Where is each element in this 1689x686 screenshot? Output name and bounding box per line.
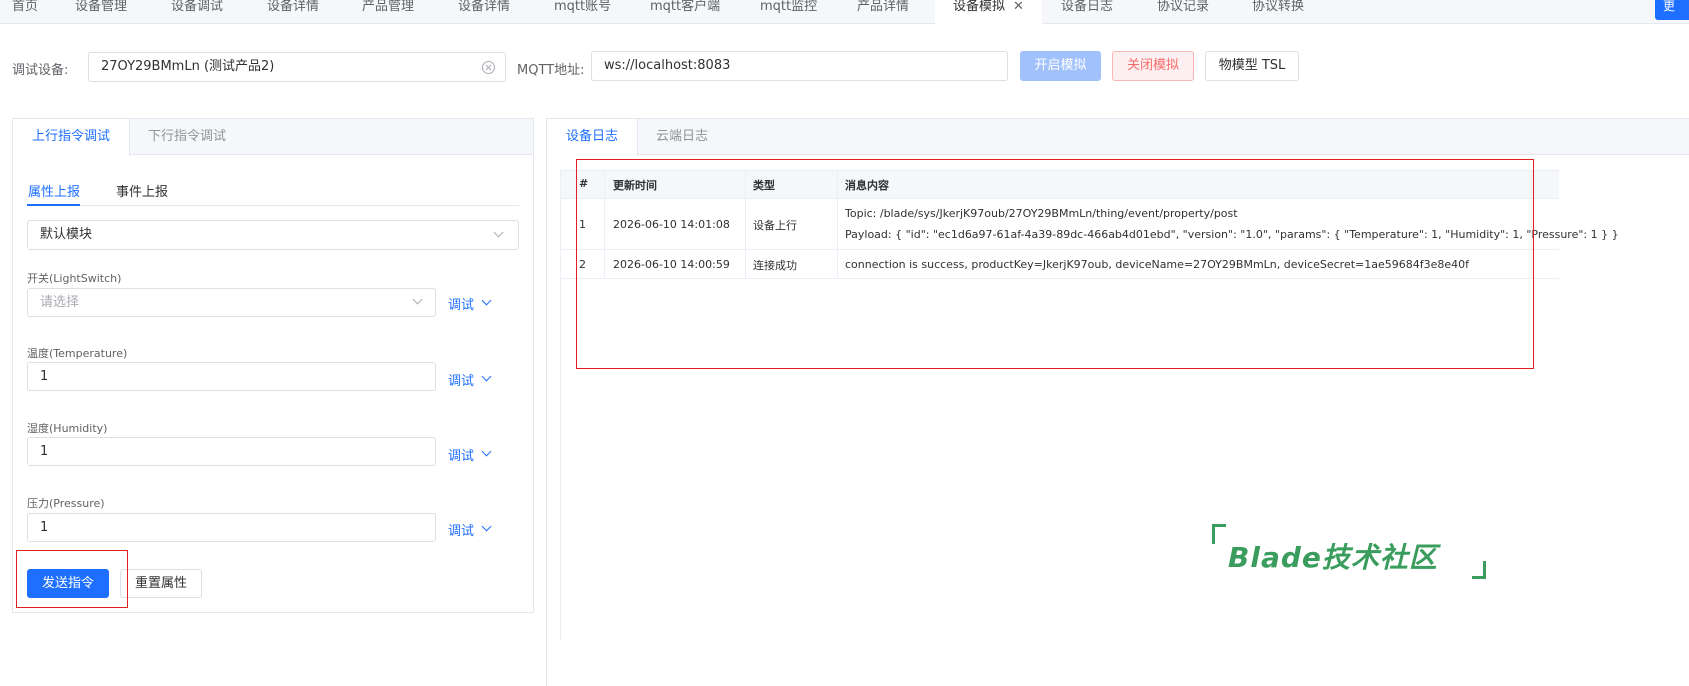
- mqtt-address-input[interactable]: ws://localhost:8083: [591, 51, 1008, 81]
- tab-protocol-record[interactable]: 协议记录: [1157, 0, 1209, 24]
- module-select[interactable]: 默认模块: [27, 220, 519, 250]
- humidity-value: 1: [40, 444, 49, 459]
- tab-device-simulation-label: 设备模拟: [953, 0, 1006, 14]
- chevron-down-icon: [481, 371, 492, 382]
- tab-mqtt-account[interactable]: mqtt账号: [554, 0, 611, 24]
- chevron-down-icon: [481, 446, 492, 457]
- start-simulation-button[interactable]: 开启模拟: [1020, 51, 1101, 81]
- subtab-active-indicator: [27, 204, 80, 206]
- tab-product-detail[interactable]: 产品详情: [857, 0, 909, 24]
- device-label: 调试设备:: [12, 63, 69, 78]
- debug-dropdown-lightswitch[interactable]: 调试: [448, 294, 492, 313]
- pressure-input[interactable]: 1: [27, 513, 436, 542]
- tsl-model-button[interactable]: 物模型 TSL: [1205, 51, 1299, 81]
- field-label-temperature: 温度(Temperature): [27, 347, 128, 360]
- chevron-down-icon: [493, 227, 504, 238]
- stop-simulation-button[interactable]: 关闭模拟: [1112, 51, 1194, 81]
- debug-label: 调试: [448, 374, 475, 389]
- tab-device-log-view[interactable]: 设备日志: [547, 119, 639, 156]
- watermark: Blade技术社区: [1228, 541, 1438, 574]
- chevron-down-icon: [412, 294, 423, 305]
- highlight-box-send: [16, 550, 128, 608]
- table-left-border: [560, 170, 561, 640]
- uplink-debug-panel: 上行指令调试 下行指令调试 属性上报 事件上报 默认模块 开关(LightSwi…: [12, 118, 534, 613]
- watermark-bracket-right: [1472, 561, 1486, 579]
- chevron-down-icon: [481, 521, 492, 532]
- module-select-value: 默认模块: [40, 227, 93, 242]
- tab-home[interactable]: 首页: [12, 0, 38, 24]
- mqtt-address-label: MQTT地址:: [517, 63, 585, 78]
- tab-device-log[interactable]: 设备日志: [1061, 0, 1113, 24]
- reset-properties-button[interactable]: 重置属性: [120, 569, 202, 598]
- subtab-divider: [27, 205, 519, 206]
- tab-device-detail[interactable]: 设备详情: [267, 0, 319, 24]
- tab-product-management[interactable]: 产品管理: [362, 0, 414, 24]
- tab-device-management[interactable]: 设备管理: [75, 0, 127, 24]
- subtab-event-report[interactable]: 事件上报: [116, 181, 168, 200]
- tab-device-simulation[interactable]: 设备模拟 ✕: [935, 0, 1042, 24]
- highlight-box-log: [576, 159, 1534, 369]
- clear-icon[interactable]: [482, 61, 495, 74]
- tab-protocol-convert[interactable]: 协议转换: [1252, 0, 1304, 24]
- mqtt-address-value: ws://localhost:8083: [604, 58, 731, 73]
- device-select[interactable]: 27OY29BMmLn (测试产品2): [88, 52, 506, 82]
- debug-dropdown-humidity[interactable]: 调试: [448, 445, 492, 464]
- field-label-pressure: 压力(Pressure): [27, 497, 105, 510]
- field-label-lightswitch: 开关(LightSwitch): [27, 272, 122, 285]
- debug-dropdown-temperature[interactable]: 调试: [448, 370, 492, 389]
- pressure-value: 1: [40, 520, 49, 535]
- lightswitch-select-placeholder: 请选择: [40, 295, 80, 310]
- tab-uplink-debug[interactable]: 上行指令调试: [13, 119, 131, 156]
- field-label-humidity: 湿度(Humidity): [27, 422, 108, 435]
- watermark-bracket-left: [1212, 524, 1226, 544]
- debug-dropdown-pressure[interactable]: 调试: [448, 520, 492, 539]
- debug-label: 调试: [448, 298, 475, 313]
- humidity-input[interactable]: 1: [27, 437, 436, 466]
- log-panel-tabs: 设备日志 云端日志: [547, 119, 1689, 156]
- subtab-property-report[interactable]: 属性上报: [28, 181, 80, 200]
- temperature-input[interactable]: 1: [27, 362, 436, 391]
- tab-device-detail-2[interactable]: 设备详情: [458, 0, 510, 24]
- tab-device-debug[interactable]: 设备调试: [171, 0, 223, 24]
- panel-tabs: 上行指令调试 下行指令调试: [13, 119, 533, 156]
- lightswitch-select[interactable]: 请选择: [27, 288, 436, 317]
- chevron-down-icon: [481, 295, 492, 306]
- more-button[interactable]: 更: [1655, 0, 1689, 20]
- debug-label: 调试: [448, 449, 475, 464]
- tab-mqtt-client[interactable]: mqtt客户端: [650, 0, 720, 24]
- debug-label: 调试: [448, 524, 475, 539]
- tab-downlink-debug[interactable]: 下行指令调试: [129, 119, 245, 155]
- tab-cloud-log[interactable]: 云端日志: [637, 119, 727, 155]
- top-tab-bar: 首页 设备管理 设备调试 设备详情 产品管理 设备详情 mqtt账号 mqtt客…: [0, 0, 1689, 24]
- tab-mqtt-monitor[interactable]: mqtt监控: [760, 0, 817, 24]
- close-icon[interactable]: ✕: [1013, 0, 1024, 14]
- device-select-value: 27OY29BMmLn (测试产品2): [101, 59, 275, 74]
- temperature-value: 1: [40, 369, 49, 384]
